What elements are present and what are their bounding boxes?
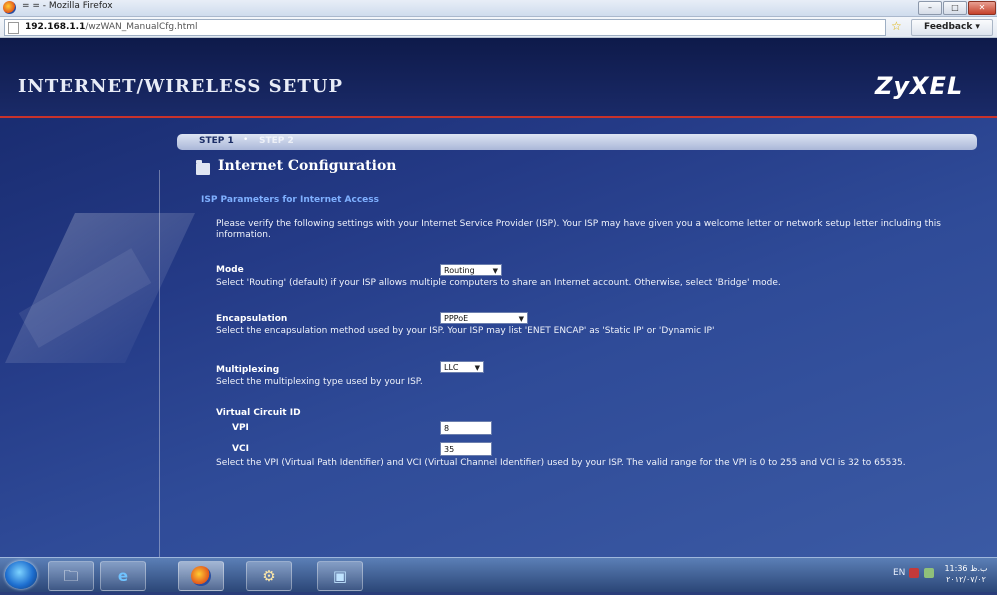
multiplexing-select-value: LLC [444,363,459,372]
dropdown-arrow-icon: ▼ [518,315,524,323]
divider [159,170,160,557]
vpi-input[interactable]: 8 [440,421,492,435]
page-content: INTERNET/WIRELESS SETUP ZyXEL STEP 1 • S… [0,38,997,557]
feedback-button[interactable]: Feedback ▾ [911,19,993,36]
internet-explorer-icon[interactable]: e [100,561,146,591]
mode-description: Select 'Routing' (default) if your ISP a… [216,278,781,288]
window-title: = = - Mozilla Firefox [22,1,113,11]
wizard-step-bar: STEP 1 • STEP 2 [177,134,977,150]
maximize-button[interactable]: □ [943,1,967,15]
isp-parameters-heading: ISP Parameters for Internet Access [201,195,379,205]
virtual-circuit-label: Virtual Circuit ID [216,408,301,418]
vci-label: VCI [232,444,249,454]
dropdown-arrow-icon: ▼ [474,364,480,372]
url-path: /wzWAN_ManualCfg.html [85,22,198,32]
page-title: INTERNET/WIRELESS SETUP [18,76,343,97]
folder-icon[interactable]: 🗀 [48,561,94,591]
firefox-icon [3,1,16,14]
language-indicator[interactable]: EN [893,568,905,578]
network-icon[interactable] [909,568,919,578]
desktop-app-icon[interactable]: ▣ [317,561,363,591]
mode-select[interactable]: Routing ▼ [440,264,502,276]
encapsulation-select[interactable]: PPPoE ▼ [440,312,528,324]
vci-input[interactable]: 35 [440,442,492,456]
url-bar[interactable]: 192.168.1.1/wzWAN_ManualCfg.html [4,19,886,36]
multiplexing-description: Select the multiplexing type used by you… [216,377,423,387]
intro-text: Please verify the following settings wit… [216,219,942,240]
page-icon [8,22,19,34]
windows-taskbar: 🗀 e ⚙ ▣ EN 11:36 ب.ظ ۲۰۱۲/۰۷/۰۲ [0,557,997,592]
mode-label: Mode [216,265,244,275]
clock-time: 11:36 ب.ظ [944,564,988,573]
window-titlebar: = = - Mozilla Firefox – □ ✕ [0,0,997,17]
navigation-toolbar: 192.168.1.1/wzWAN_ManualCfg.html ☆ Feedb… [0,17,997,38]
speaker-icon[interactable] [924,568,934,578]
encapsulation-select-value: PPPoE [444,314,469,323]
url-host: 192.168.1.1 [25,22,86,32]
encapsulation-description: Select the encapsulation method used by … [216,326,715,336]
minimize-button[interactable]: – [918,1,942,15]
firefox-icon[interactable] [178,561,224,591]
dropdown-arrow-icon: ▼ [492,267,498,275]
zyxel-logo: ZyXEL [875,72,964,100]
clock-date: ۲۰۱۲/۰۷/۰۲ [946,575,986,584]
section-title: Internet Configuration [218,158,397,174]
close-button[interactable]: ✕ [968,1,996,15]
vpi-label: VPI [232,423,249,433]
mode-select-value: Routing [444,266,475,275]
system-clock[interactable]: 11:36 ب.ظ ۲۰۱۲/۰۷/۰۲ [938,563,994,585]
windows-start-icon[interactable] [5,561,37,589]
network-tool-icon[interactable]: ⚙ [246,561,292,591]
folder-icon [196,160,210,175]
vc-description: Select the VPI (Virtual Path Identifier)… [216,458,906,468]
step-2-label: STEP 2 [259,136,294,146]
multiplexing-select[interactable]: LLC ▼ [440,361,484,373]
bookmark-star-icon[interactable]: ☆ [891,19,902,33]
multiplexing-label: Multiplexing [216,365,280,375]
encapsulation-label: Encapsulation [216,314,288,324]
step-separator: • [243,135,249,145]
step-1-label: STEP 1 [199,136,234,146]
page-header: INTERNET/WIRELESS SETUP ZyXEL [0,38,997,118]
